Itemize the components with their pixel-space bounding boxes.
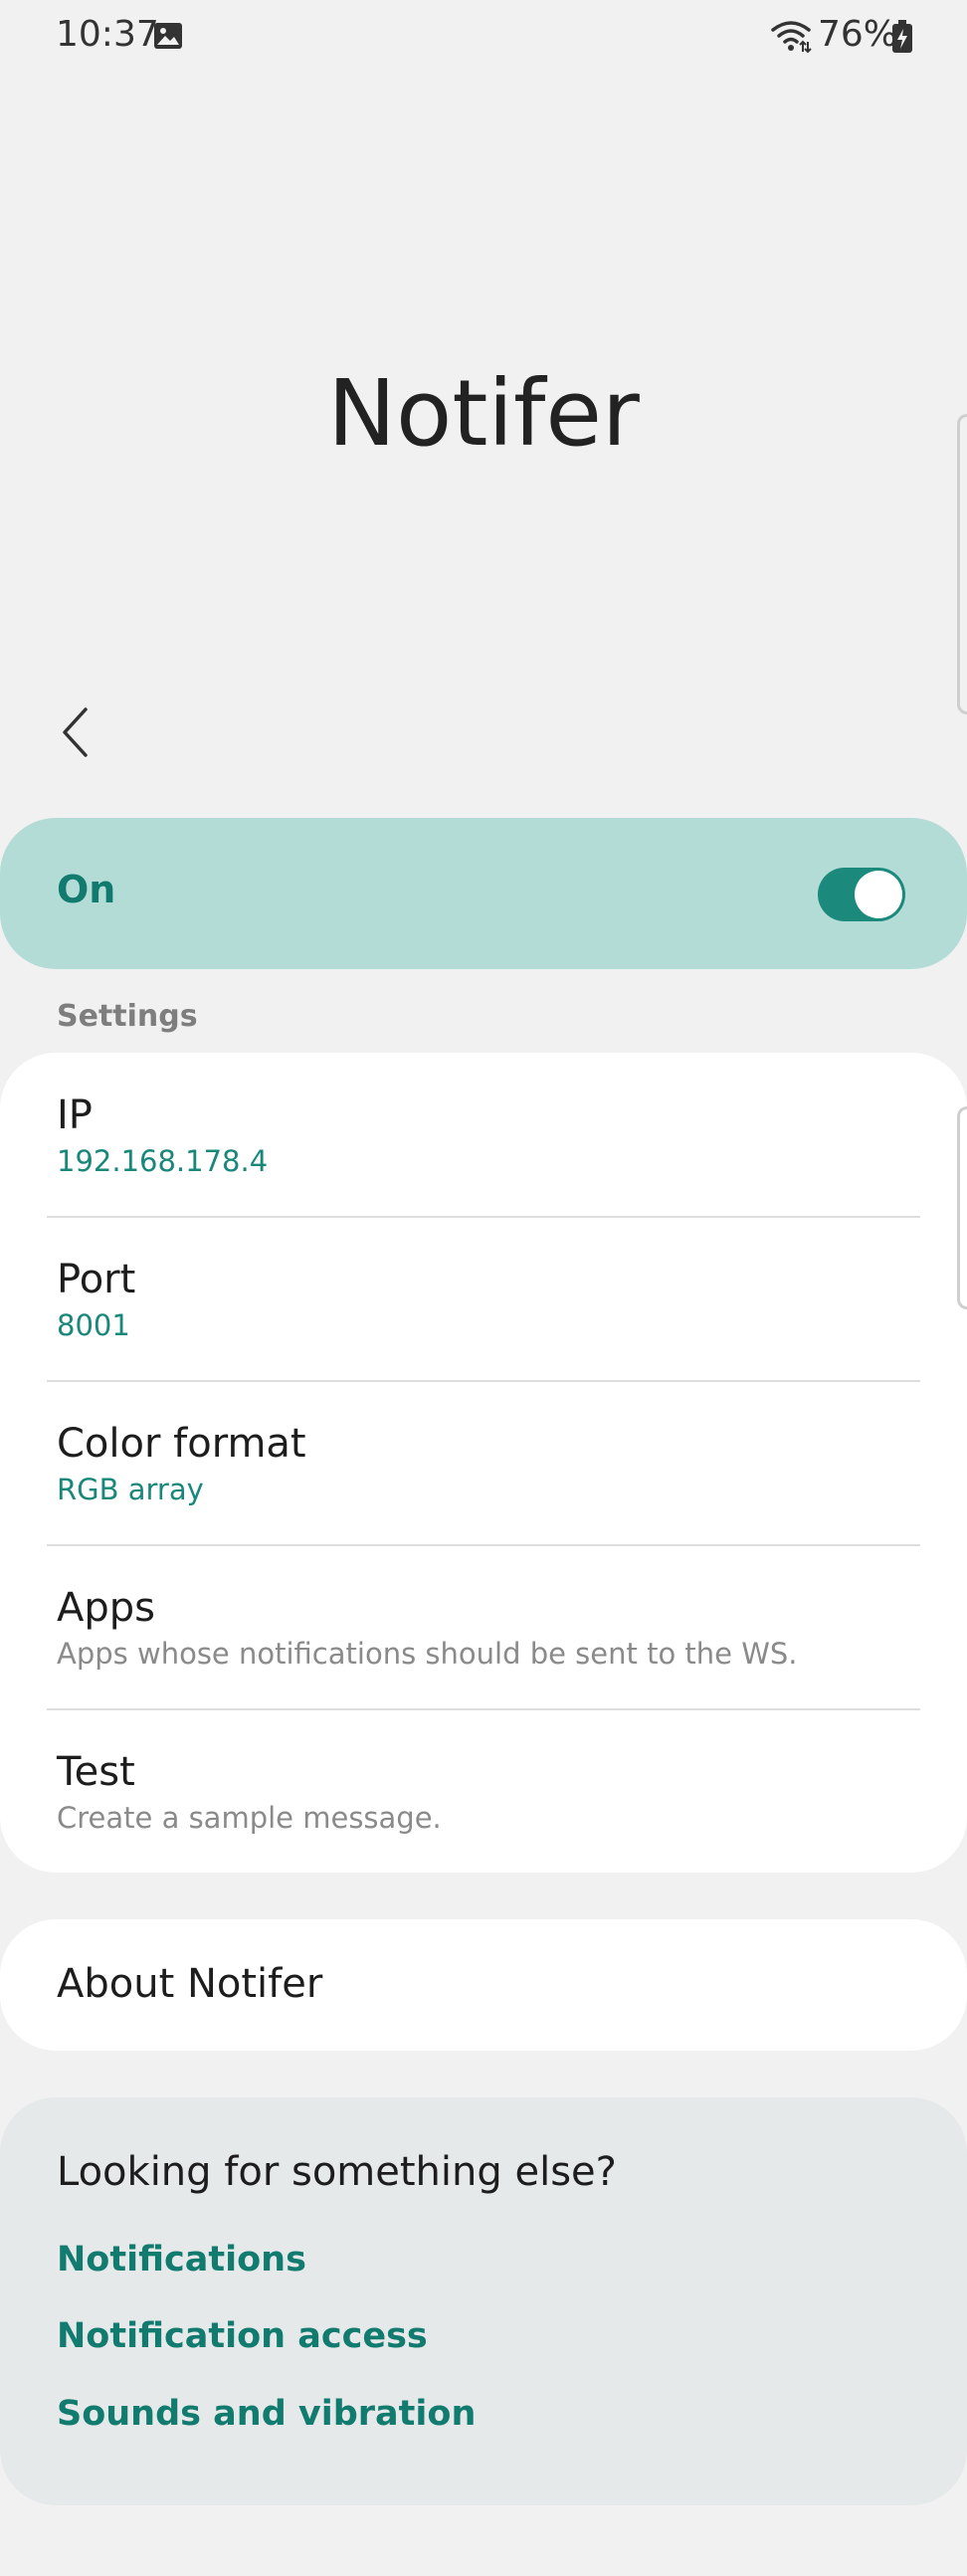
link-notification-access[interactable]: Notification access	[57, 2316, 428, 2356]
setting-value: 192.168.178.4	[57, 1144, 269, 1178]
suggestions-title: Looking for something else?	[57, 2149, 617, 2195]
status-time: 10:37	[56, 14, 159, 55]
battery-percentage: 76%	[818, 14, 898, 55]
setting-color-format[interactable]: Color format RGB array	[0, 1381, 967, 1544]
about-item[interactable]: About Notifer	[0, 1919, 967, 2051]
image-notification-icon	[153, 22, 183, 50]
settings-card: IP 192.168.178.4 Port 8001 Color format …	[0, 1053, 967, 1873]
toggle-knob	[855, 871, 902, 918]
setting-description: Apps whose notifications should be sent …	[57, 1637, 798, 1671]
status-bar: 10:37 76%	[0, 0, 967, 76]
setting-title: IP	[57, 1092, 93, 1138]
setting-title: Test	[57, 1749, 135, 1795]
section-header-settings: Settings	[57, 999, 198, 1034]
scrollbar[interactable]	[957, 1106, 967, 1309]
setting-title: Apps	[57, 1585, 155, 1631]
link-notifications[interactable]: Notifications	[57, 2240, 306, 2279]
chevron-left-icon	[63, 707, 88, 757]
setting-value: RGB array	[57, 1473, 204, 1506]
edge-panel-handle[interactable]	[957, 414, 967, 714]
setting-description: Create a sample message.	[57, 1801, 442, 1835]
master-toggle[interactable]	[818, 868, 905, 921]
setting-title: Color format	[57, 1421, 306, 1467]
link-sounds-and-vibration[interactable]: Sounds and vibration	[57, 2394, 476, 2434]
setting-value: 8001	[57, 1308, 130, 1342]
page-title: Notifer	[327, 360, 640, 467]
setting-port[interactable]: Port 8001	[0, 1217, 967, 1380]
setting-title: Port	[57, 1257, 136, 1302]
master-switch-label: On	[57, 868, 116, 911]
battery-charging-icon	[891, 20, 913, 54]
master-switch-bar[interactable]: On	[0, 818, 967, 969]
about-label: About Notifer	[57, 1961, 323, 2007]
wifi-icon	[770, 20, 812, 54]
back-button[interactable]	[50, 700, 99, 764]
suggestions-card: Looking for something else? Notification…	[0, 2097, 967, 2505]
setting-apps[interactable]: Apps Apps whose notifications should be …	[0, 1545, 967, 1708]
setting-test[interactable]: Test Create a sample message.	[0, 1709, 967, 1873]
app-screen: 10:37 76% Notifer On Settings IP 192.168…	[0, 0, 967, 2576]
setting-ip[interactable]: IP 192.168.178.4	[0, 1053, 967, 1216]
